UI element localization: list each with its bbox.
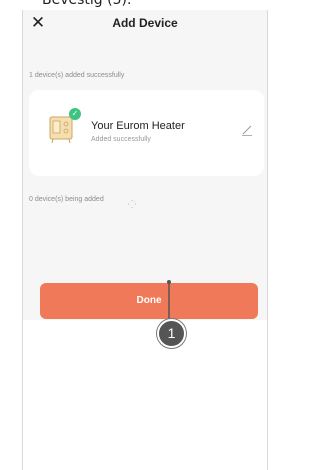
phone-screen: ✕ Add Device 1 device(s) added successfu… <box>22 10 268 470</box>
heater-icon <box>49 116 75 149</box>
device-name: Your Eurom Heater <box>91 120 185 132</box>
empty-area <box>23 320 267 470</box>
loading-spinner-icon <box>127 196 137 214</box>
pencil-icon[interactable] <box>241 123 253 141</box>
device-status: Added successfully <box>91 136 151 143</box>
device-card[interactable]: ✓ Your Eurom Heater Added successfully <box>29 90 264 176</box>
added-section-label: 1 device(s) added successfully <box>29 72 125 79</box>
page-title: Add Device <box>112 16 178 30</box>
adding-section-label: 0 device(s) being added <box>29 196 104 203</box>
add-device-screen: ✕ Add Device 1 device(s) added successfu… <box>23 10 267 320</box>
callout-marker: 1 <box>157 319 186 348</box>
done-button[interactable]: Done <box>40 283 258 319</box>
callout-line <box>167 280 171 322</box>
top-caption: Bevestig (5). <box>42 0 132 8</box>
check-icon: ✓ <box>69 108 81 120</box>
